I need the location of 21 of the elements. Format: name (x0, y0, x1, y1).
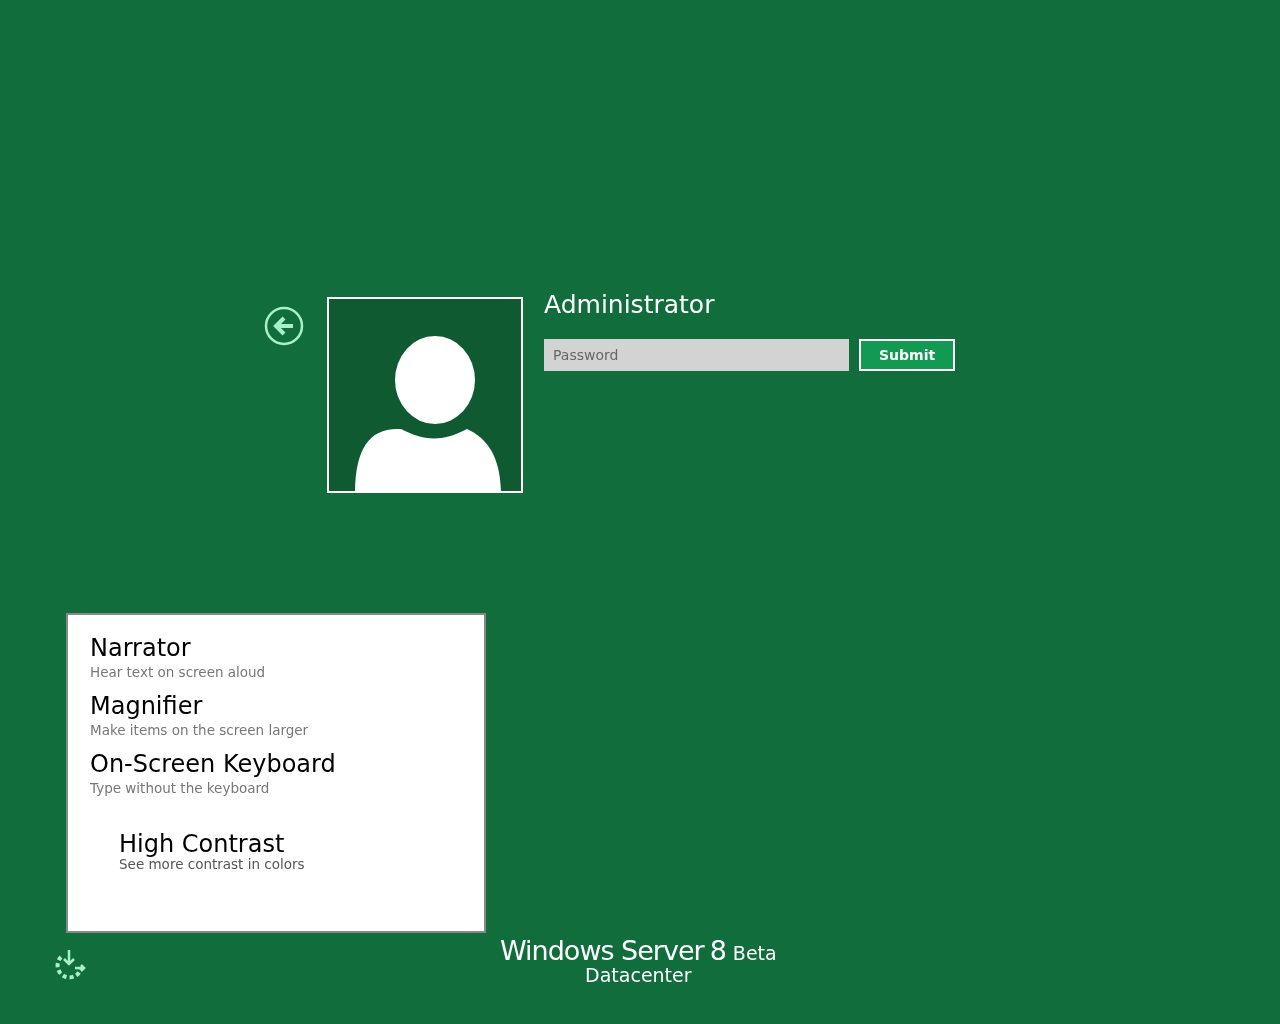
back-button[interactable] (262, 304, 306, 348)
menu-item[interactable]: On-Screen Keyboard Type without the keyboard (90, 749, 462, 797)
item-description: See more contrast in colors (119, 856, 306, 873)
edition-name: Datacenter (584, 964, 693, 986)
release-stage: Beta (732, 942, 777, 964)
item-description: Make items on the screen larger (90, 721, 310, 739)
product-name: Windows Server (500, 935, 704, 966)
password-field[interactable]: Password (544, 339, 849, 371)
item-title: High Contrast (119, 833, 286, 855)
menu-item[interactable]: Magnifier Make items on the screen larger (90, 691, 462, 739)
ease-of-access-icon (53, 949, 87, 981)
toggle-item[interactable]: High Contrast See more contrast in colors (119, 833, 462, 873)
item-description: Hear text on screen aloud (90, 663, 267, 681)
item-title: Narrator (90, 633, 192, 663)
menu-item[interactable]: Narrator Hear text on screen aloud (90, 633, 462, 681)
item-title: Magnifier (90, 691, 204, 721)
item-description: Type without the keyboard (90, 779, 271, 797)
user-name: Administrator (544, 295, 716, 321)
version-number: 8 (709, 935, 727, 966)
item-title: On-Screen Keyboard (90, 749, 337, 779)
submit-button[interactable]: Submit (859, 339, 956, 371)
